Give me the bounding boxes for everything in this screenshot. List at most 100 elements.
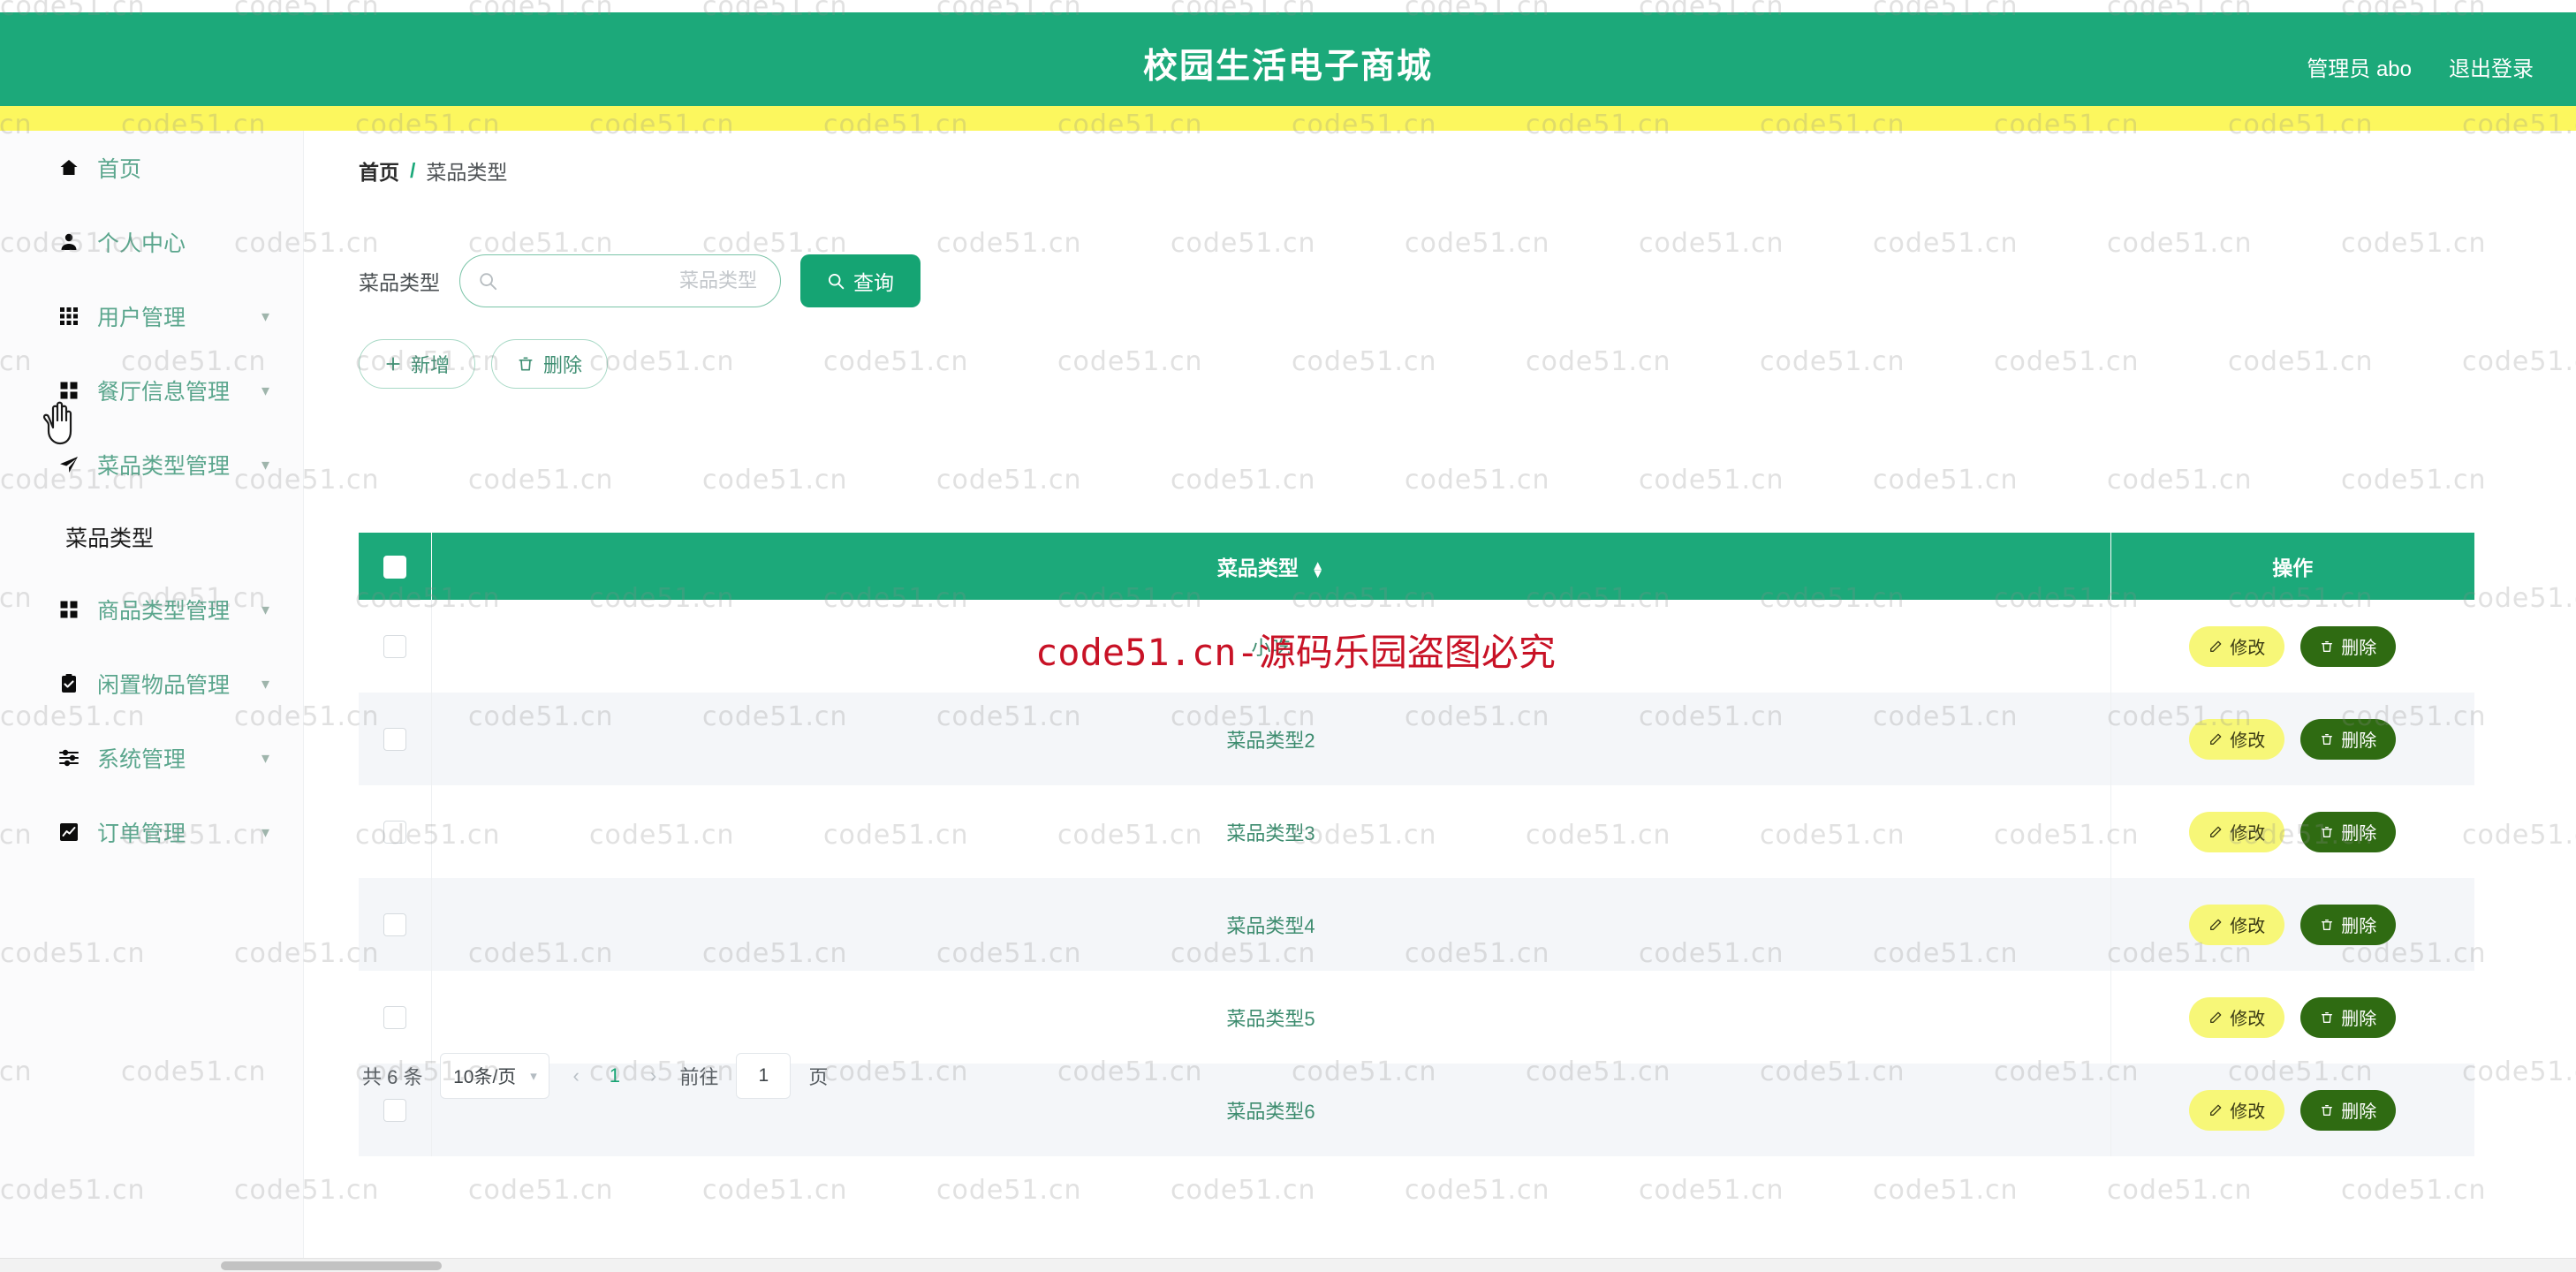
- row-ops-cell: 修改 删除: [2110, 600, 2474, 693]
- row-delete-label: 删除: [2341, 639, 2377, 658]
- sort-toggle-icon[interactable]: ▲ ▼: [1311, 558, 1324, 580]
- sidebar-item-user-management[interactable]: 用户管理 ▾: [0, 279, 303, 353]
- scrollbar-thumb[interactable]: [221, 1261, 442, 1270]
- add-button[interactable]: 新增: [359, 339, 476, 389]
- send-icon: [55, 454, 83, 475]
- page-number-1[interactable]: 1: [602, 1064, 627, 1087]
- trash-icon: [517, 355, 534, 373]
- sidebar-item-dish-type-management[interactable]: 菜品类型管理 ▾: [0, 428, 303, 502]
- logout-button[interactable]: 退出登录: [2449, 51, 2534, 82]
- pencil-icon: [2209, 825, 2223, 839]
- accent-band: [304, 106, 2576, 131]
- row-actions: 修改 删除: [2111, 718, 2475, 760]
- grid4-icon: [55, 380, 83, 401]
- search-input[interactable]: [460, 255, 780, 307]
- row-select-cell: [359, 785, 432, 878]
- row-checkbox[interactable]: [383, 1006, 406, 1030]
- row-actions: 修改 删除: [2111, 996, 2475, 1038]
- search-icon: [827, 272, 845, 290]
- pencil-icon: [2209, 1011, 2223, 1025]
- row-select-cell: [359, 971, 432, 1064]
- row-delete-label: 删除: [2341, 824, 2377, 844]
- prev-page-button[interactable]: ‹: [567, 1064, 584, 1087]
- chevron-down-icon: ▾: [261, 456, 269, 473]
- page-title: 校园生活电子商城: [1142, 48, 1433, 86]
- sidebar-subitem-dish-type[interactable]: 菜品类型: [0, 502, 303, 572]
- sidebar-item-label: 餐厅信息管理: [97, 380, 231, 405]
- sidebar-item-home[interactable]: 首页: [0, 131, 303, 205]
- filter-bar: 菜品类型 查询: [359, 254, 921, 307]
- breadcrumb-separator: /: [410, 158, 416, 182]
- row-name-cell: 小吃: [431, 600, 2111, 693]
- row-checkbox[interactable]: [383, 728, 406, 752]
- user-icon: [55, 231, 83, 253]
- pencil-icon: [2209, 918, 2223, 932]
- header-user-area: 管理员 abo 退出登录: [2307, 51, 2534, 82]
- sidebar-item-label: 闲置物品管理: [97, 673, 231, 698]
- row-delete-button[interactable]: 删除: [2300, 904, 2397, 945]
- row-edit-button[interactable]: 修改: [2189, 996, 2285, 1038]
- row-actions: 修改 删除: [2111, 625, 2475, 667]
- row-edit-button[interactable]: 修改: [2189, 904, 2285, 945]
- current-user-label: 管理员 abo: [2307, 57, 2412, 81]
- trash-icon: [2320, 640, 2334, 654]
- sidebar-item-idle-goods-management[interactable]: 闲置物品管理 ▾: [0, 647, 303, 721]
- chevron-down-icon: ▾: [261, 749, 269, 767]
- search-icon: [478, 271, 497, 291]
- sidebar-item-product-type-management[interactable]: 商品类型管理 ▾: [0, 572, 303, 647]
- row-checkbox[interactable]: [383, 821, 406, 844]
- row-edit-label: 修改: [2230, 731, 2266, 751]
- chevron-down-icon: ▾: [261, 675, 269, 693]
- row-delete-label: 删除: [2341, 1102, 2377, 1122]
- table-head: 菜品类型 ▲ ▼ 操作: [359, 533, 2474, 600]
- row-checkbox[interactable]: [383, 635, 406, 659]
- row-checkbox[interactable]: [383, 1099, 406, 1123]
- accent-band-left: [0, 106, 304, 131]
- jump-to-input[interactable]: [736, 1053, 792, 1099]
- row-edit-label: 修改: [2230, 1010, 2266, 1029]
- row-edit-button[interactable]: 修改: [2189, 625, 2285, 667]
- chevron-down-icon: ▾: [261, 823, 269, 841]
- row-edit-button[interactable]: 修改: [2189, 718, 2285, 760]
- breadcrumb-home[interactable]: 首页: [359, 155, 399, 186]
- row-checkbox[interactable]: [383, 913, 406, 937]
- query-button-label: 查询: [853, 271, 894, 294]
- row-edit-button[interactable]: 修改: [2189, 1089, 2285, 1131]
- home-icon: [55, 157, 83, 178]
- search-field-wrapper: [459, 254, 781, 307]
- row-delete-label: 删除: [2341, 1010, 2377, 1029]
- pencil-icon: [2209, 732, 2223, 746]
- row-actions: 修改 删除: [2111, 904, 2475, 945]
- bulk-delete-button[interactable]: 删除: [491, 339, 609, 389]
- table-row: 菜品类型2 修改 删除: [359, 693, 2474, 785]
- table-header-name[interactable]: 菜品类型 ▲ ▼: [431, 533, 2111, 600]
- jump-to-label: 前往: [679, 1066, 719, 1088]
- add-button-label: 新增: [411, 354, 451, 376]
- pagination-total: 共 6 条: [362, 1066, 423, 1088]
- sidebar-item-profile[interactable]: 个人中心: [0, 205, 303, 279]
- sidebar-item-system-management[interactable]: 系统管理 ▾: [0, 721, 303, 795]
- row-select-cell: [359, 693, 432, 785]
- table-row: 小吃 修改 删除: [359, 600, 2474, 693]
- next-page-button[interactable]: ›: [645, 1064, 662, 1087]
- trash-icon: [2320, 918, 2334, 932]
- row-edit-label: 修改: [2230, 917, 2266, 936]
- row-edit-button[interactable]: 修改: [2189, 811, 2285, 852]
- row-delete-button[interactable]: 删除: [2300, 718, 2397, 760]
- sidebar-item-restaurant-info-management[interactable]: 餐厅信息管理 ▾: [0, 353, 303, 428]
- pencil-icon: [2209, 640, 2223, 654]
- row-delete-button[interactable]: 删除: [2300, 625, 2397, 667]
- query-button[interactable]: 查询: [800, 254, 921, 307]
- row-actions: 修改 删除: [2111, 1089, 2475, 1131]
- sidebar-item-order-management[interactable]: 订单管理 ▾: [0, 795, 303, 869]
- sliders-icon: [55, 747, 83, 768]
- grid4-icon: [55, 599, 83, 620]
- table-row: 菜品类型5 修改 删除: [359, 971, 2474, 1064]
- row-delete-button[interactable]: 删除: [2300, 811, 2397, 852]
- select-all-checkbox[interactable]: [383, 555, 406, 579]
- page-size-select[interactable]: 10条/页 ▾: [440, 1053, 550, 1099]
- row-delete-button[interactable]: 删除: [2300, 1089, 2397, 1131]
- row-delete-button[interactable]: 删除: [2300, 996, 2397, 1038]
- pagination: 共 6 条 10条/页 ▾ ‹ 1 › 前往 页: [362, 1053, 828, 1099]
- horizontal-scrollbar[interactable]: [0, 1258, 2576, 1272]
